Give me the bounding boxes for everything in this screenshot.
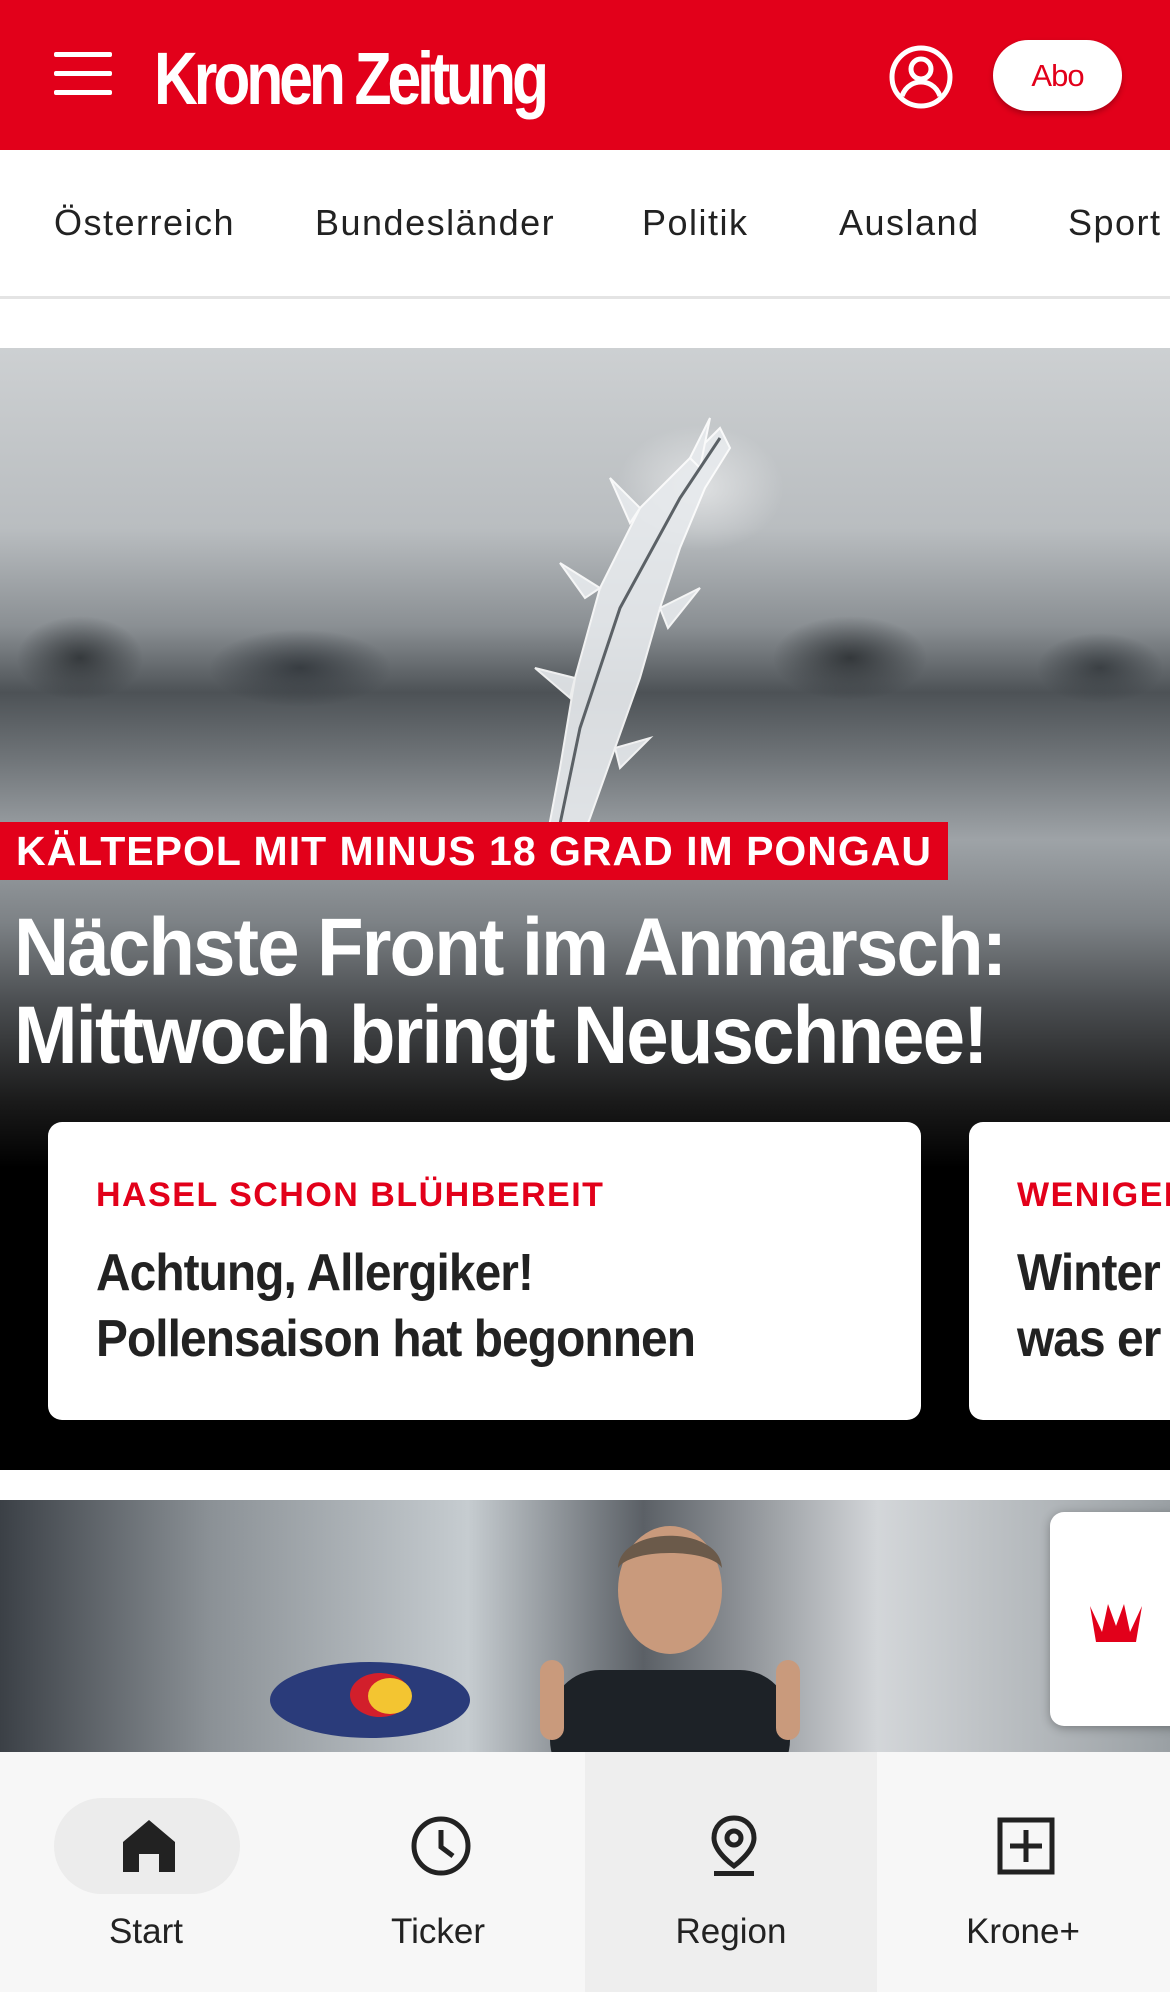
tab-ticker-label: Ticker bbox=[391, 1912, 485, 1951]
hero-teaser[interactable]: KÄLTEPOL MIT MINUS 18 GRAD IM PONGAU Näc… bbox=[0, 348, 1170, 1470]
story-card-kicker: HASEL SCHON BLÜHBEREIT bbox=[96, 1176, 605, 1214]
plus-box-icon bbox=[997, 1817, 1055, 1875]
frost-crystal-image bbox=[534, 417, 732, 868]
story-card-title-line2: was er bbox=[1017, 1310, 1161, 1368]
clock-icon bbox=[411, 1816, 471, 1876]
story-card-title: Achtung, Allergiker! Pollensaison hat be… bbox=[96, 1240, 696, 1372]
nav-item-ausland[interactable]: Ausland bbox=[839, 202, 980, 244]
person-photo bbox=[540, 1526, 800, 1752]
nav-item-sport[interactable]: Sport bbox=[1068, 202, 1162, 244]
bottom-navigation: Start Ticker Region Krone+ bbox=[0, 1752, 1170, 1992]
story-card-partial[interactable]: WENIGER Winter was er bbox=[969, 1122, 1170, 1420]
tab-ticker[interactable]: Ticker bbox=[292, 1752, 584, 1992]
home-icon bbox=[123, 1820, 175, 1872]
tab-krone-plus[interactable]: Krone+ bbox=[877, 1752, 1169, 1992]
hero-headline[interactable]: Nächste Front im Anmarsch: Mittwoch brin… bbox=[14, 904, 1074, 1080]
abo-button[interactable]: Abo bbox=[993, 40, 1122, 111]
story-card[interactable]: HASEL SCHON BLÜHBEREIT Achtung, Allergik… bbox=[48, 1122, 921, 1420]
tab-start[interactable]: Start bbox=[0, 1752, 292, 1992]
location-pin-icon bbox=[711, 1815, 757, 1876]
story-card-title: Winter was er bbox=[1017, 1240, 1161, 1372]
story-card-title-line1: Winter bbox=[1017, 1244, 1161, 1302]
tab-region[interactable]: Region bbox=[585, 1752, 877, 1992]
tab-krone-plus-label: Krone+ bbox=[966, 1912, 1080, 1951]
tab-start-label: Start bbox=[109, 1912, 183, 1951]
story-card-title-line2: Pollensaison hat begonnen bbox=[96, 1310, 696, 1368]
krone-crown-tab[interactable] bbox=[1050, 1512, 1170, 1726]
hero-kicker: KÄLTEPOL MIT MINUS 18 GRAD IM PONGAU bbox=[0, 822, 949, 880]
nav-item-bundeslaender[interactable]: Bundesländer bbox=[315, 202, 555, 244]
story-card-kicker: WENIGER bbox=[1017, 1176, 1170, 1214]
menu-icon[interactable] bbox=[54, 52, 112, 96]
hero-headline-line1: Nächste Front im Anmarsch: bbox=[14, 902, 1007, 993]
kronen-zeitung-logo[interactable]: Kronen Zeitung bbox=[154, 34, 549, 124]
crown-icon bbox=[1090, 1604, 1142, 1642]
user-account-icon[interactable] bbox=[888, 44, 954, 110]
app-header: Kronen Zeitung Abo bbox=[0, 0, 1170, 150]
helicopter-photo bbox=[270, 1662, 470, 1738]
nav-item-politik[interactable]: Politik bbox=[642, 202, 749, 244]
secondary-teaser-image[interactable] bbox=[0, 1500, 1170, 1752]
tab-region-label: Region bbox=[675, 1912, 787, 1951]
hero-headline-line2: Mittwoch bringt Neuschnee! bbox=[14, 990, 989, 1081]
category-nav: Österreich Bundesländer Politik Ausland … bbox=[0, 150, 1170, 299]
nav-item-oesterreich[interactable]: Österreich bbox=[54, 202, 235, 244]
story-card-title-line1: Achtung, Allergiker! bbox=[96, 1244, 534, 1302]
